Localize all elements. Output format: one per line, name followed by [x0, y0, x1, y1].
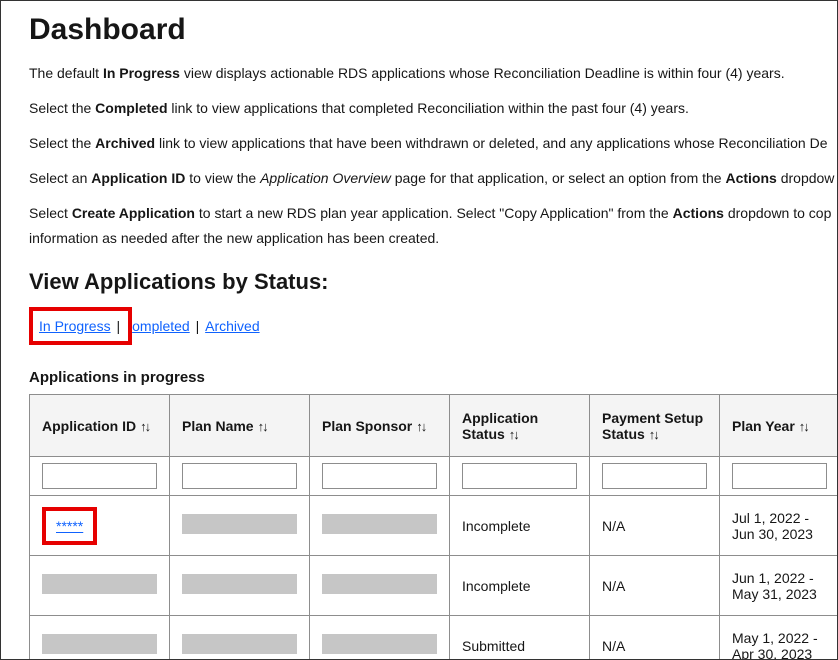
redacted-value — [322, 514, 437, 534]
view-status-heading: View Applications by Status: — [29, 269, 809, 295]
redacted-value — [182, 574, 297, 594]
plan-year-cell: Jun 1, 2022 - May 31, 2023 — [720, 556, 838, 616]
redacted-value — [42, 634, 157, 654]
col-header-paystatus[interactable]: Payment Setup Status↑↓ — [590, 395, 720, 457]
application-id-link[interactable]: ***** — [56, 518, 83, 534]
pay-status-cell: N/A — [590, 496, 720, 556]
applications-table: Application ID↑↓ Plan Name↑↓ Plan Sponso… — [29, 394, 838, 660]
intro-paragraph-2: Select the Completed link to view applic… — [29, 98, 809, 119]
col-header-sponsor[interactable]: Plan Sponsor↑↓ — [310, 395, 450, 457]
filter-sponsor[interactable] — [322, 463, 437, 489]
redacted-value — [182, 634, 297, 654]
sort-icon[interactable]: ↑↓ — [258, 419, 267, 434]
status-link-archived[interactable]: Archived — [205, 318, 259, 334]
table-row: Submitted N/A May 1, 2022 - Apr 30, 2023 — [30, 616, 838, 660]
intro-paragraph-3: Select the Archived link to view applica… — [29, 133, 809, 154]
sort-icon[interactable]: ↑↓ — [140, 419, 149, 434]
status-filter-links: In Progress | ompleted | Archived — [29, 307, 809, 345]
appid-link-highlight: ***** — [42, 507, 97, 545]
sort-icon[interactable]: ↑↓ — [416, 419, 425, 434]
filter-paystatus[interactable] — [602, 463, 707, 489]
sort-icon[interactable]: ↑↓ — [649, 427, 658, 442]
status-link-inprogress[interactable]: In Progress — [39, 318, 111, 334]
table-caption: Applications in progress — [29, 369, 809, 386]
col-header-appid[interactable]: Application ID↑↓ — [30, 395, 170, 457]
pay-status-cell: N/A — [590, 616, 720, 660]
status-link-inprogress-highlight: In Progress | — [29, 307, 132, 345]
pay-status-cell: N/A — [590, 556, 720, 616]
col-header-planyear[interactable]: Plan Year↑↓ — [720, 395, 838, 457]
sort-icon[interactable]: ↑↓ — [799, 419, 808, 434]
app-status-cell: Incomplete — [450, 496, 590, 556]
sort-icon[interactable]: ↑↓ — [509, 427, 518, 442]
redacted-value — [322, 574, 437, 594]
filter-planname[interactable] — [182, 463, 297, 489]
intro-paragraph-5b: information as needed after the new appl… — [29, 228, 809, 249]
filter-appstatus[interactable] — [462, 463, 577, 489]
table-row: ***** Incomplete N/A Jul 1, 2022 - Jun 3… — [30, 496, 838, 556]
intro-paragraph-5: Select Create Application to start a new… — [29, 203, 809, 224]
intro-paragraph-1: The default In Progress view displays ac… — [29, 63, 809, 84]
redacted-value — [322, 634, 437, 654]
page-title: Dashboard — [29, 13, 809, 47]
filter-planyear[interactable] — [732, 463, 827, 489]
redacted-value — [42, 574, 157, 594]
status-link-completed[interactable]: ompleted — [132, 318, 190, 334]
col-header-appstatus[interactable]: Application Status↑↓ — [450, 395, 590, 457]
app-status-cell: Submitted — [450, 616, 590, 660]
plan-year-cell: Jul 1, 2022 - Jun 30, 2023 — [720, 496, 838, 556]
app-status-cell: Incomplete — [450, 556, 590, 616]
redacted-value — [182, 514, 297, 534]
table-row: Incomplete N/A Jun 1, 2022 - May 31, 202… — [30, 556, 838, 616]
plan-year-cell: May 1, 2022 - Apr 30, 2023 — [720, 616, 838, 660]
intro-paragraph-4: Select an Application ID to view the App… — [29, 168, 809, 189]
filter-appid[interactable] — [42, 463, 157, 489]
col-header-planname[interactable]: Plan Name↑↓ — [170, 395, 310, 457]
